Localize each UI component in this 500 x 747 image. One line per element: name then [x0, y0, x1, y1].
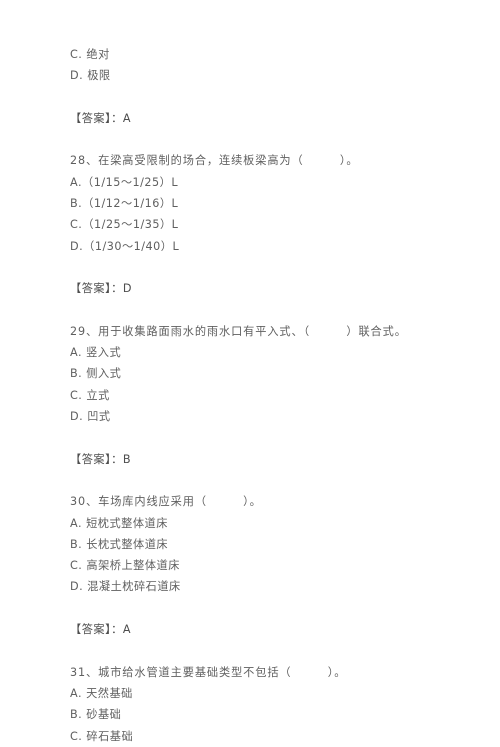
option-item: C. 高架桥上整体道床 — [70, 559, 180, 573]
option-item: C. 碎石基础 — [70, 729, 134, 743]
option-item: B. 侧入式 — [70, 367, 122, 381]
question-stem: 31、城市给水管道主要基础类型不包括（ ）。 — [70, 665, 347, 679]
question-block-28: 28、在梁高受限制的场合，连续板梁高为（ ）。 A.（1/15～1/25）L B… — [70, 150, 440, 299]
option-item: D.（1/30～1/40）L — [70, 239, 180, 253]
option-item: A. 天然基础 — [70, 686, 133, 700]
option-item: A.（1/15～1/25）L — [70, 175, 179, 189]
option-item: A. 短枕式整体道床 — [70, 516, 168, 530]
document-page: C. 绝对 D. 极限 【答案】：A 28、在梁高受限制的场合，连续板梁高为（ … — [0, 0, 500, 743]
question-block-31: 31、城市给水管道主要基础类型不包括（ ）。 A. 天然基础 B. 砂基础 C.… — [70, 662, 440, 747]
option-item: A. 竖入式 — [70, 346, 122, 360]
answer-line: 【答案】：A — [70, 623, 131, 637]
question-block-30: 30、车场库内线应采用（ ）。 A. 短枕式整体道床 B. 长枕式整体道床 C.… — [70, 491, 440, 640]
question-block-29: 29、用于收集路面雨水的雨水口有平入式、（ ）联合式。 A. 竖入式 B. 侧入… — [70, 321, 440, 470]
option-item: B. 长枕式整体道床 — [70, 537, 169, 551]
answer-line: 【答案】：B — [70, 452, 132, 466]
answer-line: 【答案】：A — [70, 111, 131, 125]
option-item: C. 立式 — [70, 388, 110, 402]
question-stem: 30、车场库内线应采用（ ）。 — [70, 495, 262, 509]
option-item: B.（1/12～1/16）L — [70, 197, 179, 211]
option-item: B. 砂基础 — [70, 708, 122, 722]
option-item: C. 绝对 — [70, 48, 110, 61]
orphan-options-block: C. 绝对 D. 极限 【答案】：A — [70, 44, 440, 129]
question-stem: 29、用于收集路面雨水的雨水口有平入式、（ ）联合式。 — [70, 324, 407, 338]
answer-line: 【答案】：D — [70, 282, 132, 296]
option-item: D. 混凝土枕碎石道床 — [70, 580, 181, 594]
option-item: C.（1/25～1/35）L — [70, 218, 179, 232]
question-stem: 28、在梁高受限制的场合，连续板梁高为（ ）。 — [70, 154, 359, 168]
option-item: D. 凹式 — [70, 410, 111, 424]
document-body: C. 绝对 D. 极限 【答案】：A 28、在梁高受限制的场合，连续板梁高为（ … — [70, 44, 440, 747]
option-item: D. 极限 — [70, 69, 111, 83]
